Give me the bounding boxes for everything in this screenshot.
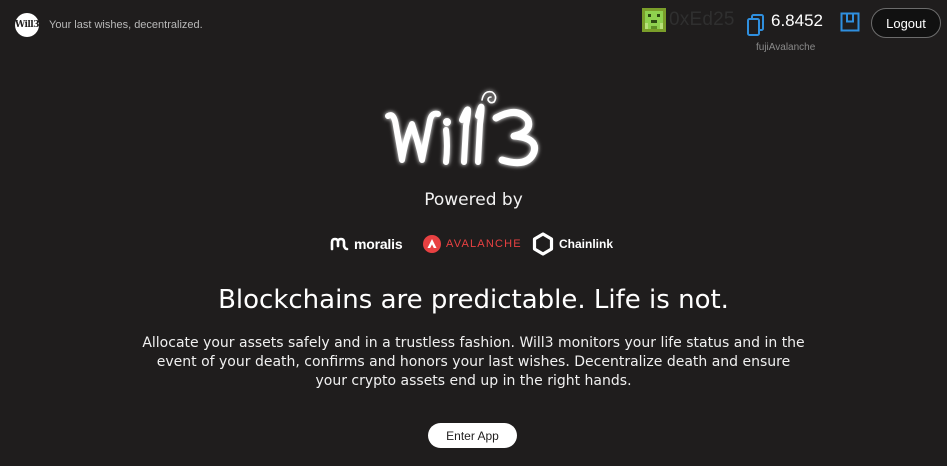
brand-logo[interactable]: Will3 [15,13,39,37]
avalanche-name: AVALANCHE [446,238,522,250]
partner-chainlink: Chainlink [532,232,613,256]
brand: Will3 Your last wishes, decentralized. [15,13,203,37]
partner-moralis: moralis [330,236,423,252]
wallet-balance: 6.8452 [771,11,823,30]
logout-button[interactable]: Logout [871,8,941,38]
wallet-icon[interactable] [840,12,860,32]
brand-tagline: Your last wishes, decentralized. [49,19,203,31]
hero-description: Allocate your assets safely and in a tru… [142,335,805,389]
wallet-address[interactable]: 0xEd25 [669,9,735,31]
landing-page: Will3 Your last wishes, decentralized. 0… [0,0,947,466]
chainlink-name: Chainlink [559,237,614,251]
hero-headline: Blockchains are predictable. Life is not… [218,285,729,315]
avalanche-logo-icon [423,235,441,253]
enter-app-button[interactable]: Enter App [428,423,517,448]
partner-avalanche: AVALANCHE [423,235,532,253]
copy-icon[interactable] [746,13,766,37]
network-name: fujiAvalanche [756,42,816,53]
identicon-avatar [642,8,666,32]
will3-logo [385,90,539,167]
moralis-logo-icon [330,237,349,251]
moralis-name: moralis [354,236,403,252]
partner-logos: moralis AVALANCHE Chainlink [330,231,613,257]
chainlink-logo-icon [532,232,554,256]
powered-by-label: Powered by [424,190,523,210]
